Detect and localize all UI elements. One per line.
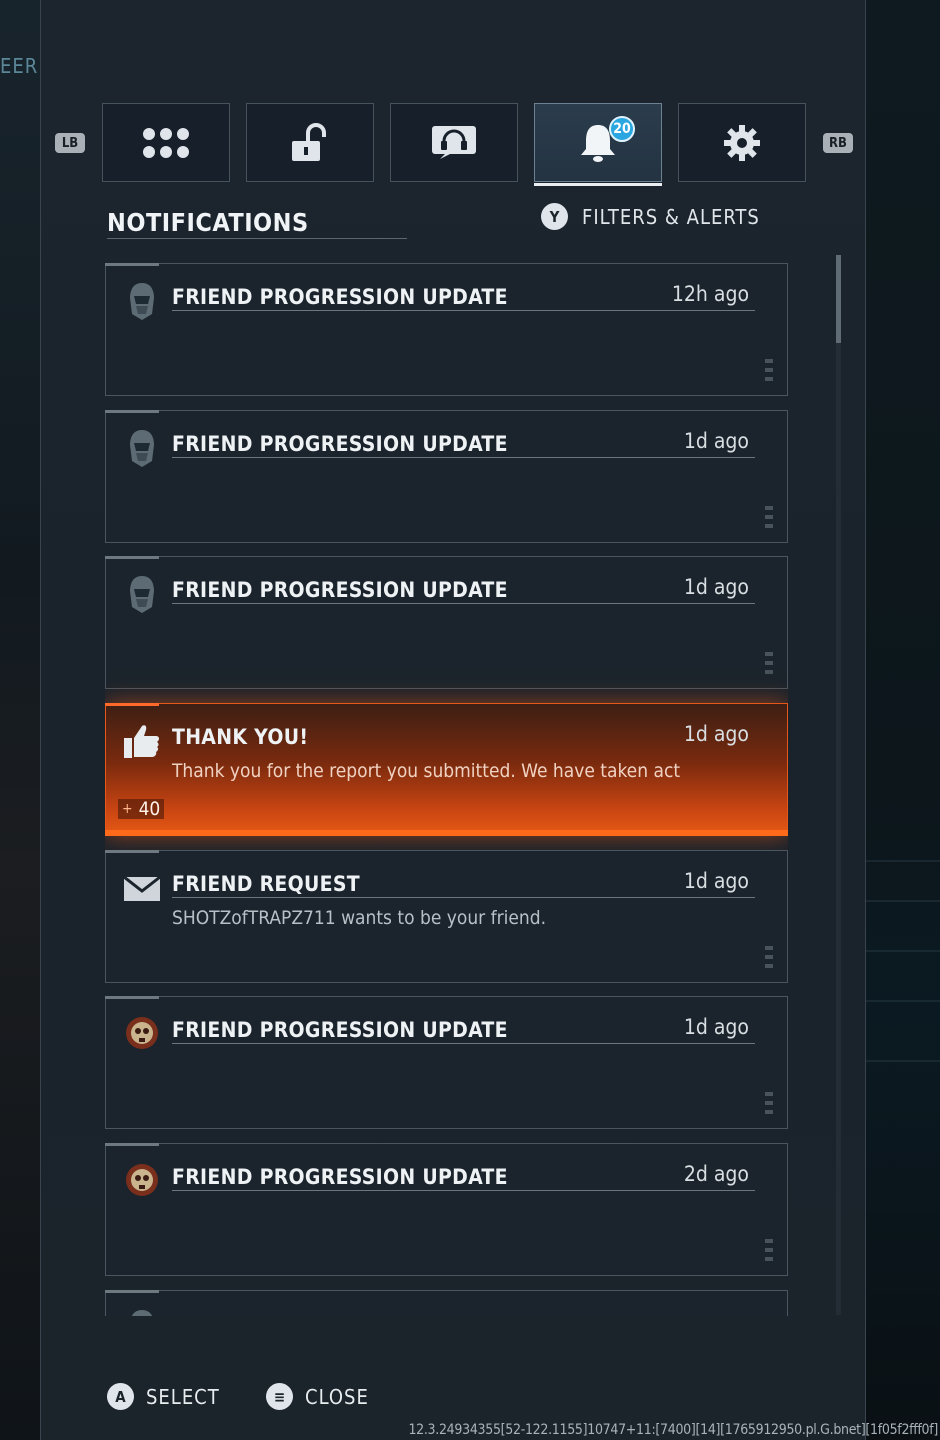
envelope-icon: [123, 875, 161, 901]
list-scrollbar[interactable]: [836, 255, 841, 1315]
corner-glyph-icon: [765, 1239, 773, 1261]
background-left: [0, 0, 42, 1440]
notification-body: SHOTZofTRAPZ711 wants to be your friend.: [172, 907, 547, 929]
skull-avatar-icon: [126, 1017, 158, 1049]
notification-title: FRIEND REQUEST: [172, 872, 360, 896]
select-label: SELECT: [146, 1384, 220, 1409]
notification-time: 1d ago: [683, 722, 749, 746]
notification-title: FRIEND PROGRESSION UPDATE: [172, 578, 508, 602]
notification-card[interactable]: FRIEND PROGRESSION UPDATE 1d ago: [105, 556, 788, 689]
notification-title: THANK YOU!: [172, 725, 309, 749]
notification-card-selected[interactable]: THANK YOU! 1d ago Thank you for the repo…: [105, 703, 788, 836]
notification-title: FRIEND PROGRESSION UPDATE: [172, 1018, 508, 1042]
reward-plus: +: [122, 801, 133, 817]
notification-card[interactable]: FRIEND PROGRESSION UPDATE 2d ago: [105, 1143, 788, 1276]
left-bumper-hint[interactable]: LB: [55, 133, 85, 153]
notification-title: FRIEND PROGRESSION UPDATE: [172, 432, 508, 456]
notification-card[interactable]: FRIEND REQUEST 1d ago SHOTZofTRAPZ711 wa…: [105, 850, 788, 983]
build-version-text: 12.3.24934355[52-122.1155]10747+11:[7400…: [408, 1422, 938, 1438]
notification-time: 12h ago: [671, 282, 749, 306]
notification-body: Thank you for the report you submitted. …: [172, 760, 681, 782]
menu-button-icon: ≡: [266, 1383, 293, 1410]
skull-avatar-icon: [126, 1164, 158, 1196]
close-label: CLOSE: [305, 1384, 369, 1409]
notification-card[interactable]: [105, 1290, 788, 1316]
notification-title: FRIEND PROGRESSION UPDATE: [172, 1165, 508, 1189]
reward-amount: 40: [138, 798, 161, 820]
notification-card[interactable]: FRIEND PROGRESSION UPDATE 12h ago: [105, 263, 788, 396]
notification-list[interactable]: FRIEND PROGRESSION UPDATE 12h ago FRIEND…: [105, 0, 788, 1316]
background-right: [866, 0, 940, 1440]
close-button[interactable]: ≡ CLOSE: [266, 1383, 369, 1410]
select-button[interactable]: A SELECT: [107, 1383, 220, 1410]
scrollbar-thumb[interactable]: [836, 255, 841, 343]
corner-glyph-icon: [765, 359, 773, 381]
notification-card[interactable]: FRIEND PROGRESSION UPDATE 1d ago: [105, 410, 788, 543]
helmet-avatar-icon: [130, 576, 154, 613]
corner-glyph-icon: [765, 946, 773, 968]
corner-glyph-icon: [765, 652, 773, 674]
background-edge-text: EER: [0, 54, 39, 78]
thumbs-up-icon: [124, 725, 160, 758]
reward-badge: + 40: [118, 798, 165, 820]
notification-title: FRIEND PROGRESSION UPDATE: [172, 285, 508, 309]
helmet-avatar-icon: [130, 283, 154, 320]
notification-time: 1d ago: [683, 869, 749, 893]
helmet-avatar-icon: [131, 1310, 153, 1316]
notification-time: 2d ago: [683, 1162, 749, 1186]
helmet-avatar-icon: [130, 430, 154, 467]
corner-glyph-icon: [765, 1092, 773, 1114]
notification-time: 1d ago: [683, 429, 749, 453]
notification-card[interactable]: FRIEND PROGRESSION UPDATE 1d ago: [105, 996, 788, 1129]
corner-glyph-icon: [765, 506, 773, 528]
right-bumper-hint[interactable]: RB: [823, 133, 853, 153]
a-button-icon: A: [107, 1383, 134, 1410]
notification-time: 1d ago: [683, 1015, 749, 1039]
notification-time: 1d ago: [683, 575, 749, 599]
